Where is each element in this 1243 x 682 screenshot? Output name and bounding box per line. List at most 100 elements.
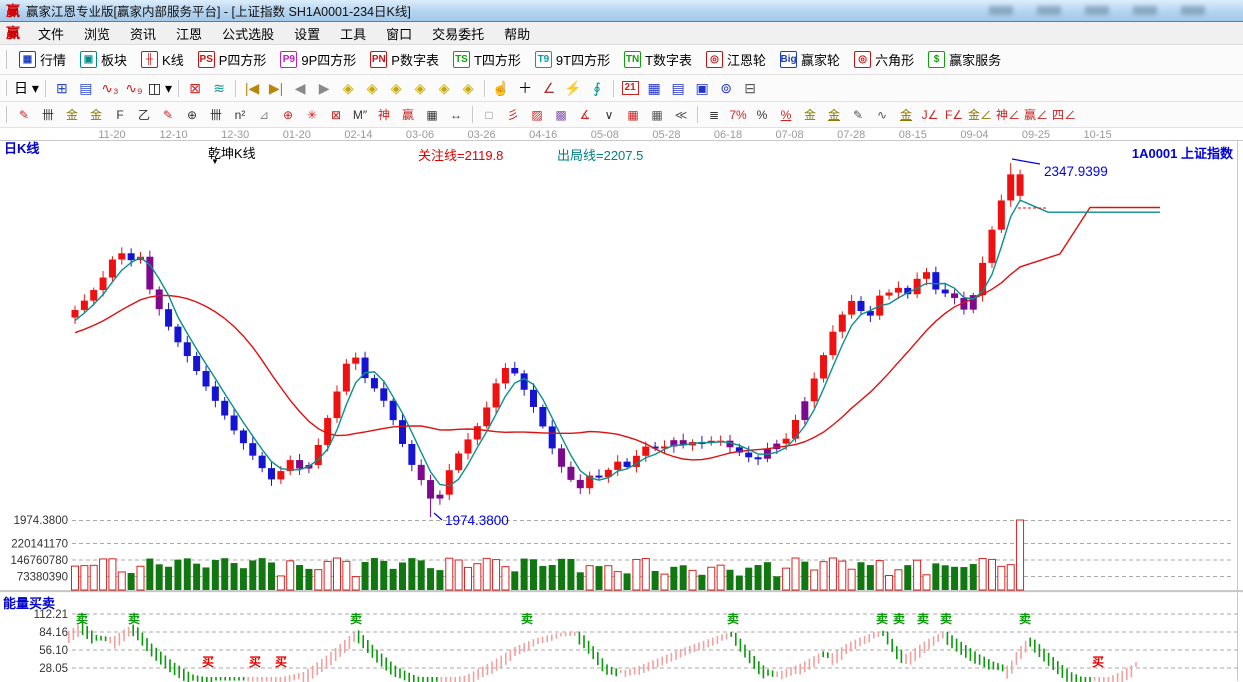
n-squared-button[interactable]: n² [229, 104, 251, 125]
grid-123-button[interactable]: ▦ [421, 104, 443, 125]
toolbar-grip[interactable] [4, 50, 7, 69]
ying-angle-button[interactable]: 赢∠ [1023, 104, 1049, 125]
menu-item-6[interactable]: 工具 [330, 22, 376, 45]
f-comb-button[interactable]: F [109, 104, 131, 125]
p-square-button[interactable]: PSP四方形 [191, 48, 274, 71]
sectors-button[interactable]: ▣板块 [73, 48, 134, 71]
candle-style-button[interactable]: ◫ ▾ [147, 78, 173, 99]
gann-wheel-button[interactable]: ◎江恩轮 [699, 48, 773, 71]
info-board-button[interactable]: ▤ [75, 78, 97, 99]
menu-item-5[interactable]: 设置 [284, 22, 330, 45]
gold-line-2-button[interactable]: 金 [895, 104, 917, 125]
rays-button[interactable]: 彡 [502, 104, 524, 125]
menu-item-7[interactable]: 窗口 [376, 22, 422, 45]
f-angle-button[interactable]: F∠ [943, 104, 965, 125]
box-tool-button[interactable]: □ [478, 104, 500, 125]
web-link-button[interactable]: ⊚ [715, 78, 737, 99]
drag-hand-button[interactable]: ☝ [490, 78, 512, 99]
si-angle-button[interactable]: 四∠ [1051, 104, 1077, 125]
gold-comb-2-button[interactable]: 金 [85, 104, 107, 125]
gold-circle-button[interactable]: 金 [799, 104, 821, 125]
percent-7-button[interactable]: 7% [727, 104, 749, 125]
hexagon-button[interactable]: ◎六角形 [847, 48, 921, 71]
star-web-button[interactable]: ✳ [301, 104, 323, 125]
menu-item-2[interactable]: 资讯 [120, 22, 166, 45]
page-prev-button[interactable]: ◀ [289, 78, 311, 99]
shen-angle-button[interactable]: 神∠ [995, 104, 1021, 125]
box-rays-button[interactable]: ▨ [526, 104, 548, 125]
menu-item-1[interactable]: 浏览 [74, 22, 120, 45]
comb-2-button[interactable]: 卌 [205, 104, 227, 125]
menu-item-4[interactable]: 公式选股 [212, 22, 284, 45]
t-number-button[interactable]: TNT数字表 [617, 48, 699, 71]
t-square-button[interactable]: TST四方形 [446, 48, 528, 71]
p9-square-button[interactable]: P99P四方形 [273, 48, 363, 71]
h-expand-button[interactable]: ↔ [445, 104, 467, 125]
diamond-horizontal-button[interactable]: ◈ [385, 78, 407, 99]
percent-button[interactable]: % [751, 104, 773, 125]
gann-flash-button[interactable]: ⚡ [562, 78, 584, 99]
wave-check-button[interactable]: ∨ [598, 104, 620, 125]
diamond-expand-button[interactable]: ◈ [433, 78, 455, 99]
angle-fan-button[interactable]: ⊿ [253, 104, 275, 125]
diamond-compress-button[interactable]: ◈ [409, 78, 431, 99]
menu-item-8[interactable]: 交易委托 [422, 22, 494, 45]
multi-ray-button[interactable]: ≪ [670, 104, 692, 125]
window-controls[interactable] [989, 6, 1205, 15]
chart-3-button[interactable]: ∿₃ [99, 78, 121, 99]
toolbar-grip[interactable] [4, 106, 7, 122]
spiral-button[interactable]: 乙 [133, 104, 155, 125]
price-bars-button[interactable]: ≣ [703, 104, 725, 125]
j-angle-button[interactable]: J∠ [919, 104, 941, 125]
percent-line-button[interactable]: % [775, 104, 797, 125]
grid-dark-button[interactable]: ▦ [646, 104, 668, 125]
shen-tool-button[interactable]: 神 [373, 104, 395, 125]
grid-red-button[interactable]: ▦ [622, 104, 644, 125]
chart-region[interactable]: 日K线 乾坤K线 ▼ 关注线=2119.8 出局线=2207.5 1A0001 … [0, 128, 1243, 682]
save-button[interactable]: ▣ [691, 78, 713, 99]
pattern-search-button[interactable]: ⊠ [184, 78, 206, 99]
kline-button[interactable]: ╫K线 [134, 48, 191, 71]
gold-line-button[interactable]: 金 [823, 104, 845, 125]
quotes-button[interactable]: ▦行情 [12, 48, 73, 71]
p-number-button[interactable]: PNP数字表 [363, 48, 446, 71]
color-volume-button[interactable]: ≋ [208, 78, 230, 99]
circle-360-button[interactable]: ⊕ [181, 104, 203, 125]
target-red-button[interactable]: ⊕ [277, 104, 299, 125]
chart-9-button[interactable]: ∿₉ [123, 78, 145, 99]
toolbar-grip[interactable] [4, 80, 7, 97]
box-web-button[interactable]: ⊠ [325, 104, 347, 125]
wave-tool-button[interactable]: ∮ [586, 78, 608, 99]
pencil-button[interactable]: ✎ [13, 104, 35, 125]
winner-wheel-button[interactable]: Big赢家轮 [773, 48, 847, 71]
diamond-full-button[interactable]: ◈ [457, 78, 479, 99]
pencil-bars-button[interactable]: ✎ [847, 104, 869, 125]
crosshair-button[interactable]: ＋ [514, 78, 536, 99]
ying-tool-button[interactable]: 赢 [397, 104, 419, 125]
pencil-2-button[interactable]: ✎ [157, 104, 179, 125]
a-wave-button[interactable]: ∿ [871, 104, 893, 125]
last-page-button[interactable]: ▶| [265, 78, 287, 99]
zoom-chart-button[interactable]: ⊞ [51, 78, 73, 99]
notes-button[interactable]: ▤ [667, 78, 689, 99]
menu-item-3[interactable]: 江恩 [166, 22, 212, 45]
period-selector-button[interactable]: 日 ▾ [13, 78, 40, 99]
first-page-button[interactable]: |◀ [241, 78, 263, 99]
angle-measure-button[interactable]: ∠ [538, 78, 560, 99]
kline-chart-canvas[interactable]: 1974.380022014117014676078073380390112.2… [0, 128, 1243, 682]
fan-tool-button[interactable]: ∡ [574, 104, 596, 125]
gold-comb-1-button[interactable]: 金 [61, 104, 83, 125]
calendar-button[interactable]: 21 [619, 78, 641, 99]
web-box-button[interactable]: ▩ [550, 104, 572, 125]
gold-angle-button[interactable]: 金∠ [967, 104, 993, 125]
gann-comb-button[interactable]: 卌 [37, 104, 59, 125]
diamond-right-button[interactable]: ◈ [361, 78, 383, 99]
diamond-left-button[interactable]: ◈ [337, 78, 359, 99]
print-button[interactable]: ⊟ [739, 78, 761, 99]
calculator-button[interactable]: ▦ [643, 78, 665, 99]
menu-item-0[interactable]: 文件 [28, 22, 74, 45]
page-next-button[interactable]: ▶ [313, 78, 335, 99]
winner-service-button[interactable]: $赢家服务 [921, 48, 1008, 71]
menu-item-9[interactable]: 帮助 [494, 22, 540, 45]
t9-square-button[interactable]: T99T四方形 [528, 48, 617, 71]
